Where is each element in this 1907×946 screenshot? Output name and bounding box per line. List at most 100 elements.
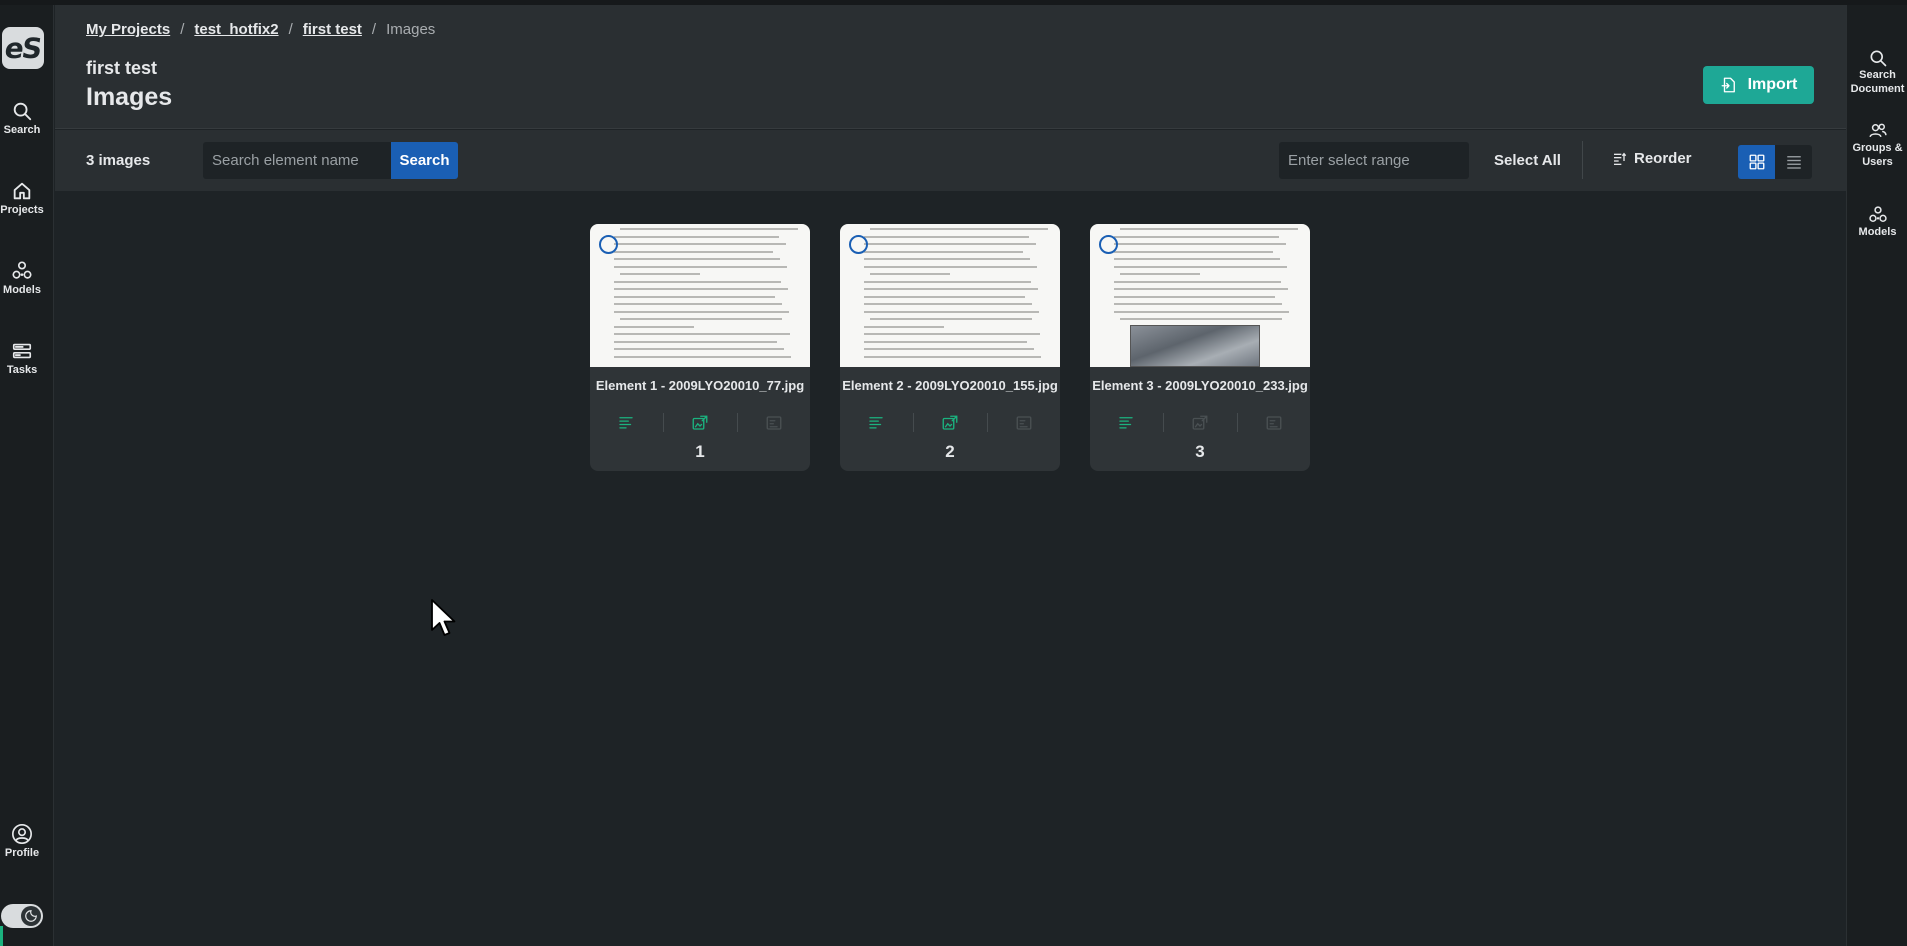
- select-all-button[interactable]: Select All: [1494, 152, 1561, 169]
- element-card[interactable]: Element 2 - 2009LYO20010_155.jpg 2: [840, 224, 1060, 471]
- models-icon: [1868, 206, 1887, 222]
- import-icon: [1721, 77, 1735, 93]
- thumbnail-text-line: [870, 228, 1048, 230]
- select-radio[interactable]: [1099, 235, 1118, 254]
- breadcrumb-separator: /: [371, 21, 377, 38]
- element-count: 3 images: [86, 152, 151, 169]
- nav-models[interactable]: Models: [0, 260, 44, 296]
- search-button[interactable]: Search: [391, 142, 458, 179]
- thumbnail-text-line: [864, 280, 1031, 283]
- thumbnail-text-line: [864, 258, 1030, 260]
- page-subtitle: first test: [86, 58, 158, 78]
- nav-search[interactable]: Search: [0, 100, 44, 136]
- toolbar-divider: [1582, 141, 1583, 179]
- thumbnail-text-line: [614, 288, 788, 290]
- thumbnail-text-line: [614, 250, 773, 253]
- element-card[interactable]: Element 1 - 2009LYO20010_77.jpg 1: [590, 224, 810, 471]
- left-sidebar: eS Search Projects Models Tasks Profile: [0, 5, 54, 946]
- app-logo[interactable]: eS: [2, 27, 44, 69]
- thumbnail-text-line: [1120, 228, 1298, 230]
- import-button[interactable]: Import: [1703, 66, 1814, 104]
- search-input[interactable]: [203, 142, 391, 179]
- thumbnail-text-line: [1114, 280, 1281, 283]
- thumbnail-text-line: [1120, 273, 1200, 275]
- action-divider: [736, 413, 738, 432]
- element-actions: [840, 410, 1060, 435]
- select-radio[interactable]: [599, 235, 618, 254]
- element-name: Element 1 - 2009LYO20010_77.jpg: [595, 378, 805, 393]
- page-header: My Projects / test_hotfix2 / first test …: [55, 5, 1846, 129]
- user-icon: [12, 824, 32, 844]
- theme-toggle-knob: [21, 906, 41, 926]
- models-icon: [12, 261, 32, 279]
- thumbnail-text-line: [620, 273, 700, 275]
- text-lines-icon[interactable]: [614, 410, 639, 435]
- thumbnail-text-line: [614, 340, 777, 343]
- right-nav-groups-users[interactable]: Groups & Users: [1847, 121, 1907, 169]
- select-radio[interactable]: [849, 235, 868, 254]
- thumbnail-text-line: [620, 228, 798, 230]
- thumbnail-text-line: [614, 243, 786, 245]
- image-link-icon[interactable]: [688, 410, 713, 435]
- breadcrumb-project[interactable]: test_hotfix2: [194, 21, 278, 38]
- thumbnail-text-line: [614, 310, 789, 313]
- theme-toggle[interactable]: [1, 904, 43, 928]
- thumbnail-text-line: [1114, 243, 1286, 245]
- thumbnail-text-line: [864, 250, 1023, 253]
- nav-projects[interactable]: Projects: [0, 180, 44, 216]
- reorder-button[interactable]: Reorder: [1612, 150, 1692, 167]
- action-divider: [912, 413, 914, 432]
- text-lines-icon[interactable]: [864, 410, 889, 435]
- thumbnail-text-line: [614, 235, 779, 238]
- thumbnail-text-line: [614, 295, 775, 298]
- breadcrumb-folder[interactable]: first test: [303, 21, 362, 38]
- element-thumbnail[interactable]: [590, 224, 810, 367]
- thumbnail-text-line: [1114, 265, 1287, 268]
- thumbnail-text-line: [864, 235, 1029, 238]
- thumbnail-photo: [1130, 325, 1260, 367]
- right-nav-models[interactable]: Models: [1847, 205, 1907, 239]
- home-icon: [13, 182, 31, 200]
- text-lines-icon[interactable]: [1114, 410, 1139, 435]
- thumbnail-text-line: [864, 348, 1034, 350]
- users-icon: [1868, 123, 1887, 138]
- thumbnail-text-line: [1114, 303, 1282, 305]
- list-icon: [1786, 156, 1801, 169]
- reorder-icon: [1614, 152, 1627, 165]
- page-title: Images: [86, 83, 173, 111]
- breadcrumb-current: Images: [386, 21, 436, 38]
- element-card[interactable]: Element 3 - 2009LYO20010_233.jpg 3: [1090, 224, 1310, 471]
- search-icon: [1870, 50, 1886, 67]
- thumbnail-text-line: [864, 243, 1036, 245]
- element-number: 2: [945, 442, 955, 461]
- list-view-button[interactable]: [1775, 145, 1812, 179]
- select-range-input[interactable]: [1279, 142, 1469, 179]
- thumbnail-text-line: [870, 273, 950, 275]
- nav-tasks[interactable]: Tasks: [0, 340, 44, 376]
- thumbnail-text-line: [864, 333, 1040, 335]
- thumbnail-text-line: [864, 303, 1032, 305]
- breadcrumb-separator: /: [288, 21, 293, 38]
- thumbnail-text-line: [864, 265, 1037, 268]
- nav-profile[interactable]: Profile: [0, 823, 44, 859]
- moon-icon: [25, 910, 37, 922]
- thumbnail-text-line: [614, 280, 781, 283]
- reorder-label: Reorder: [1634, 150, 1692, 167]
- element-name: Element 3 - 2009LYO20010_233.jpg: [1092, 378, 1308, 393]
- grid-view-button[interactable]: [1738, 145, 1775, 179]
- status-indicator: [0, 926, 3, 946]
- image-link-icon: [1188, 410, 1213, 435]
- element-actions: [1090, 410, 1310, 435]
- nav-projects-label: Projects: [0, 204, 44, 216]
- right-nav-search-document[interactable]: Search Document: [1847, 48, 1907, 96]
- element-name: Element 2 - 2009LYO20010_155.jpg: [842, 378, 1058, 393]
- thumbnail-text-line: [614, 265, 787, 268]
- thumbnail-text-line: [1120, 318, 1282, 320]
- nav-search-label: Search: [3, 124, 41, 136]
- element-thumbnail[interactable]: [840, 224, 1060, 367]
- image-link-icon[interactable]: [938, 410, 963, 435]
- element-number: 3: [1195, 442, 1205, 461]
- grid-icon: [1749, 154, 1764, 170]
- element-thumbnail[interactable]: [1090, 224, 1310, 367]
- breadcrumb-my-projects[interactable]: My Projects: [86, 21, 170, 38]
